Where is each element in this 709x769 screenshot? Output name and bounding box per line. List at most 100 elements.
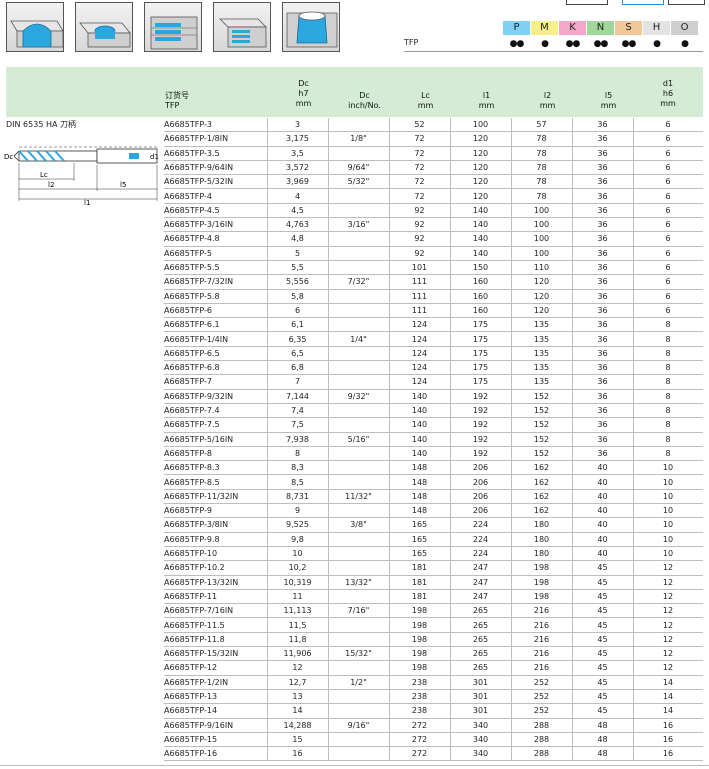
table-cell: 140 <box>472 220 489 230</box>
table-cell: 265 <box>472 649 489 659</box>
table-cell: 15/32" <box>345 649 372 659</box>
material-group-m: M <box>531 21 558 35</box>
table-row: A6685TFP-5 5 92 140 100 36 6 <box>164 247 703 261</box>
divider <box>404 51 703 52</box>
material-rating-p: ●● <box>509 39 525 49</box>
table-cell: 160 <box>472 305 489 315</box>
table-cell: 11 <box>292 591 303 601</box>
table-cell: 40 <box>597 534 608 544</box>
table-cell: 152 <box>533 406 550 415</box>
material-group-k: K <box>559 21 586 35</box>
table-cell: A6685TFP-12 <box>164 663 218 673</box>
table-row: A6685TFP-4.5 4,5 92 140 100 36 6 <box>164 204 703 219</box>
table-cell: 12 <box>662 606 674 616</box>
table-cell: 124 <box>411 334 428 344</box>
table-cell: 198 <box>533 563 550 573</box>
table-cell: 5 <box>294 248 301 258</box>
table-cell: 9 <box>294 506 301 516</box>
header-dc-inch: Dc inch/No. <box>348 91 381 110</box>
header-l2: l2 mm <box>539 91 556 110</box>
table-cell: 272 <box>411 749 428 759</box>
table-cell: A6685TFP-9/64IN <box>164 162 234 172</box>
table-cell: 48 <box>597 749 608 759</box>
table-row: A6685TFP-9/16IN 14,288 9/16" 272 340 288 48 16 <box>164 719 703 733</box>
table-cell: 152 <box>533 434 550 444</box>
table-cell: 45 <box>597 677 608 687</box>
table-cell: 238 <box>411 692 428 701</box>
table-row: A6685TFP-6.1 6,1 124 175 135 36 8 <box>164 318 703 333</box>
table-cell: A6685TFP-5/16IN <box>164 434 234 444</box>
table-cell: 36 <box>597 348 608 358</box>
table-row: A6685TFP-9/32IN 7,144 9/32" 140 192 152 36 8 <box>164 390 703 404</box>
table-cell: 7/16" <box>347 606 370 616</box>
table-cell: 36 <box>597 191 608 201</box>
table-cell: A6685TFP-6.5 <box>164 348 220 358</box>
header-lc: Lc mm <box>417 91 434 110</box>
table-cell: 162 <box>533 477 550 487</box>
table-cell: 6 <box>665 162 671 172</box>
table-cell: 45 <box>597 591 608 601</box>
table-cell: 124 <box>411 348 428 358</box>
table-cell: 140 <box>472 205 489 215</box>
table-cell: 216 <box>533 663 550 673</box>
table-cell: 12 <box>662 591 674 601</box>
table-row: A6685TFP-4.8 4,8 92 140 100 36 6 <box>164 232 703 247</box>
table-cell: 45 <box>597 563 608 573</box>
table-cell: A6685TFP-10.2 <box>164 563 225 573</box>
table-cell: 124 <box>411 320 428 330</box>
table-row: A6685TFP-1/8IN 3,175 1/8" 72 120 78 36 6 <box>164 132 703 147</box>
table-cell: 36 <box>597 291 608 301</box>
table-cell: 6,1 <box>291 320 304 330</box>
table-cell: A6685TFP-8.3 <box>164 463 220 473</box>
table-row: A6685TFP-10.2 10,2 181 247 198 45 12 <box>164 561 703 576</box>
table-cell: 13/32" <box>345 577 372 587</box>
top-tab-box-3 <box>668 0 705 5</box>
table-cell: A6685TFP-7/16IN <box>164 606 234 616</box>
table-cell: 10 <box>662 534 674 544</box>
table-cell: 140 <box>472 234 489 244</box>
table-cell: 238 <box>411 706 428 716</box>
table-cell: 1/4" <box>350 334 367 344</box>
table-cell: 198 <box>533 591 550 601</box>
table-cell: 9,525 <box>286 520 309 530</box>
table-cell: 165 <box>411 520 428 530</box>
table-cell: 120 <box>533 291 550 301</box>
table-cell: 3 <box>294 120 301 129</box>
table-cell: 1/2" <box>350 677 367 687</box>
table-cell: 72 <box>414 134 425 144</box>
table-cell: A6685TFP-7.4 <box>164 406 220 415</box>
table-cell: 162 <box>533 463 550 473</box>
dc-dim-label: Dc <box>4 153 13 161</box>
table-cell: 4,8 <box>291 234 304 244</box>
table-cell: 265 <box>472 634 489 644</box>
table-cell: 165 <box>411 549 428 558</box>
table-cell: 40 <box>597 477 608 487</box>
table-cell: A6685TFP-5/32IN <box>164 177 234 187</box>
table-cell: 3/16" <box>347 220 370 230</box>
table-cell: 175 <box>472 348 489 358</box>
table-cell: A6685TFP-6.1 <box>164 320 220 330</box>
table-cell: 40 <box>597 491 608 501</box>
table-cell: 10 <box>662 520 674 530</box>
top-tab-box-1 <box>566 0 608 5</box>
table-row: A6685TFP-9/64IN 3,572 9/64" 72 120 78 36 6 <box>164 161 703 176</box>
table-row: A6685TFP-3 3 52 100 57 36 6 <box>164 118 703 133</box>
table-cell: 180 <box>533 549 550 558</box>
table-cell: 140 <box>411 406 428 415</box>
shank-standard-title: DIN 6535 HA 刀柄 <box>6 120 76 129</box>
table-cell: 14,288 <box>283 720 312 730</box>
table-cell: 36 <box>597 263 608 272</box>
table-cell: 160 <box>472 291 489 301</box>
table-row: A6685TFP-16 16 272 340 288 48 16 <box>164 747 703 762</box>
table-cell: 45 <box>597 620 608 630</box>
material-group-o: O <box>671 21 698 35</box>
table-cell: 14 <box>662 677 674 687</box>
page-bottom-line <box>0 765 709 766</box>
table-cell: 175 <box>472 334 489 344</box>
l5-dim-label: l5 <box>120 181 126 189</box>
table-cell: 7,938 <box>286 434 309 444</box>
table-cell: A6685TFP-4.5 <box>164 205 220 215</box>
table-cell: 52 <box>414 120 425 129</box>
table-row: A6685TFP-4 4 72 120 78 36 6 <box>164 190 703 204</box>
table-cell: 265 <box>472 663 489 673</box>
